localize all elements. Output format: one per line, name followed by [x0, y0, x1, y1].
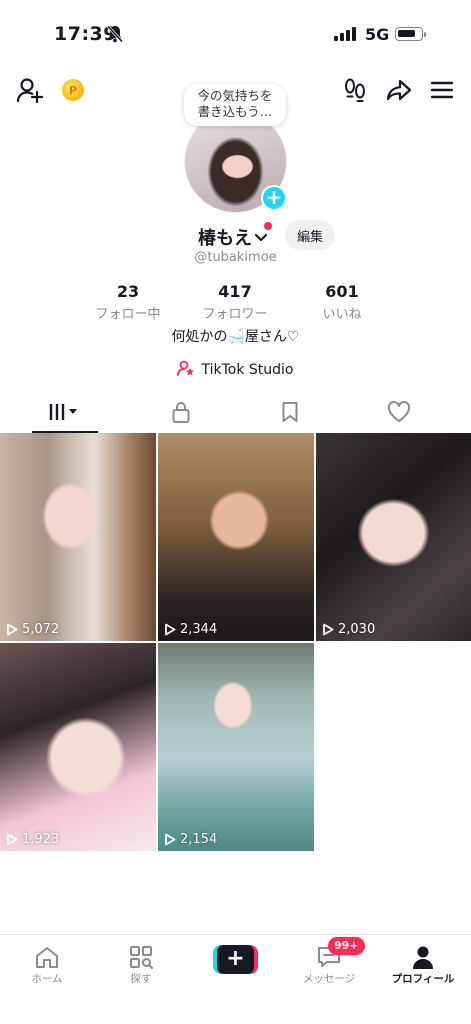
battery-icon: [395, 27, 426, 41]
tab-private[interactable]: [122, 395, 240, 433]
view-count-text: 1,923: [22, 832, 60, 847]
bottom-nav: ホーム 探す + 99+ メッセージ プロフィール: [0, 934, 471, 1024]
nav-discover-label: 探す: [130, 973, 152, 985]
play-icon: [7, 833, 18, 846]
create-button[interactable]: +: [213, 945, 258, 974]
nav-home[interactable]: ホーム: [0, 943, 94, 986]
discover-icon: [94, 943, 188, 971]
heart-icon: [387, 401, 411, 427]
view-count-text: 2,154: [180, 832, 218, 847]
tab-saved[interactable]: [231, 395, 349, 433]
profile-bio: 何処かの🛁屋さん♡: [171, 329, 300, 345]
menu-icon[interactable]: [427, 76, 457, 104]
video-thumbnail[interactable]: 1,923: [0, 643, 156, 851]
nav-home-label: ホーム: [31, 973, 63, 985]
mood-bubble-line2: 書き込もう…: [197, 104, 273, 119]
content-tabs: [0, 395, 471, 433]
nav-discover[interactable]: 探す: [94, 943, 188, 986]
grid-bars-icon: [47, 401, 83, 427]
video-thumbnail[interactable]: 2,030: [316, 433, 471, 641]
footprint-icon[interactable]: [340, 76, 370, 104]
play-icon: [323, 623, 334, 636]
add-story-plus-icon[interactable]: +: [261, 185, 287, 211]
mood-bubble-line1: 今の気持ちを: [197, 88, 273, 103]
coin-icon[interactable]: P: [62, 79, 84, 101]
video-thumbnail[interactable]: 2,344: [158, 433, 314, 641]
bookmark-icon: [281, 401, 299, 427]
play-icon: [165, 623, 176, 636]
tiktok-studio-link[interactable]: TikTok Studio: [0, 360, 471, 380]
stat-likes[interactable]: 601 いいね: [292, 282, 392, 322]
stat-followers-count: 417: [218, 282, 252, 301]
view-count: 2,030: [322, 622, 375, 637]
view-count: 2,154: [164, 832, 217, 847]
messages-badge: 99+: [328, 937, 365, 955]
view-count: 5,072: [6, 622, 59, 637]
network-type: 5G: [365, 25, 390, 44]
add-friend-icon[interactable]: [14, 76, 46, 104]
nav-profile[interactable]: プロフィール: [376, 943, 470, 986]
lock-icon: [171, 400, 191, 428]
silent-bell-icon: [106, 25, 124, 47]
studio-label: TikTok Studio: [201, 362, 294, 378]
view-count: 1,923: [6, 832, 59, 847]
studio-icon: [177, 360, 195, 380]
play-icon: [165, 833, 176, 846]
view-count-text: 2,344: [180, 622, 218, 637]
stat-following-label: フォロー中: [95, 307, 161, 322]
stat-following[interactable]: 23 フォロー中: [78, 282, 178, 322]
view-count-text: 5,072: [22, 622, 60, 637]
video-thumbnail[interactable]: 2,154: [158, 643, 314, 851]
stat-followers-label: フォロワー: [202, 307, 268, 322]
video-thumbnail[interactable]: 5,072: [0, 433, 156, 641]
status-bar: 17:39 5G: [0, 0, 471, 70]
view-count-text: 2,030: [338, 622, 376, 637]
stat-likes-label: いいね: [322, 307, 362, 322]
tab-liked[interactable]: [340, 395, 458, 433]
share-icon[interactable]: [384, 76, 414, 104]
mood-bubble[interactable]: 今の気持ちを 書き込もう…: [184, 84, 286, 126]
play-icon: [7, 623, 18, 636]
profile-name-row[interactable]: 椿もえ: [198, 224, 268, 250]
nav-profile-label: プロフィール: [391, 973, 455, 985]
stat-following-count: 23: [116, 282, 140, 301]
plus-icon: +: [217, 945, 254, 974]
stat-likes-count: 601: [325, 282, 359, 301]
view-count: 2,344: [164, 622, 217, 637]
nav-messages-label: メッセージ: [302, 973, 356, 985]
profile-name: 椿もえ: [198, 228, 252, 249]
notification-dot: [264, 222, 272, 230]
profile-handle: @tubakimoe: [194, 250, 277, 265]
signal-icon: [334, 27, 356, 41]
home-icon: [0, 943, 94, 971]
edit-profile-button[interactable]: 編集: [285, 220, 335, 250]
tab-videos[interactable]: [6, 395, 124, 433]
profile-icon: [376, 943, 470, 971]
stat-followers[interactable]: 417 フォロワー: [185, 282, 285, 322]
